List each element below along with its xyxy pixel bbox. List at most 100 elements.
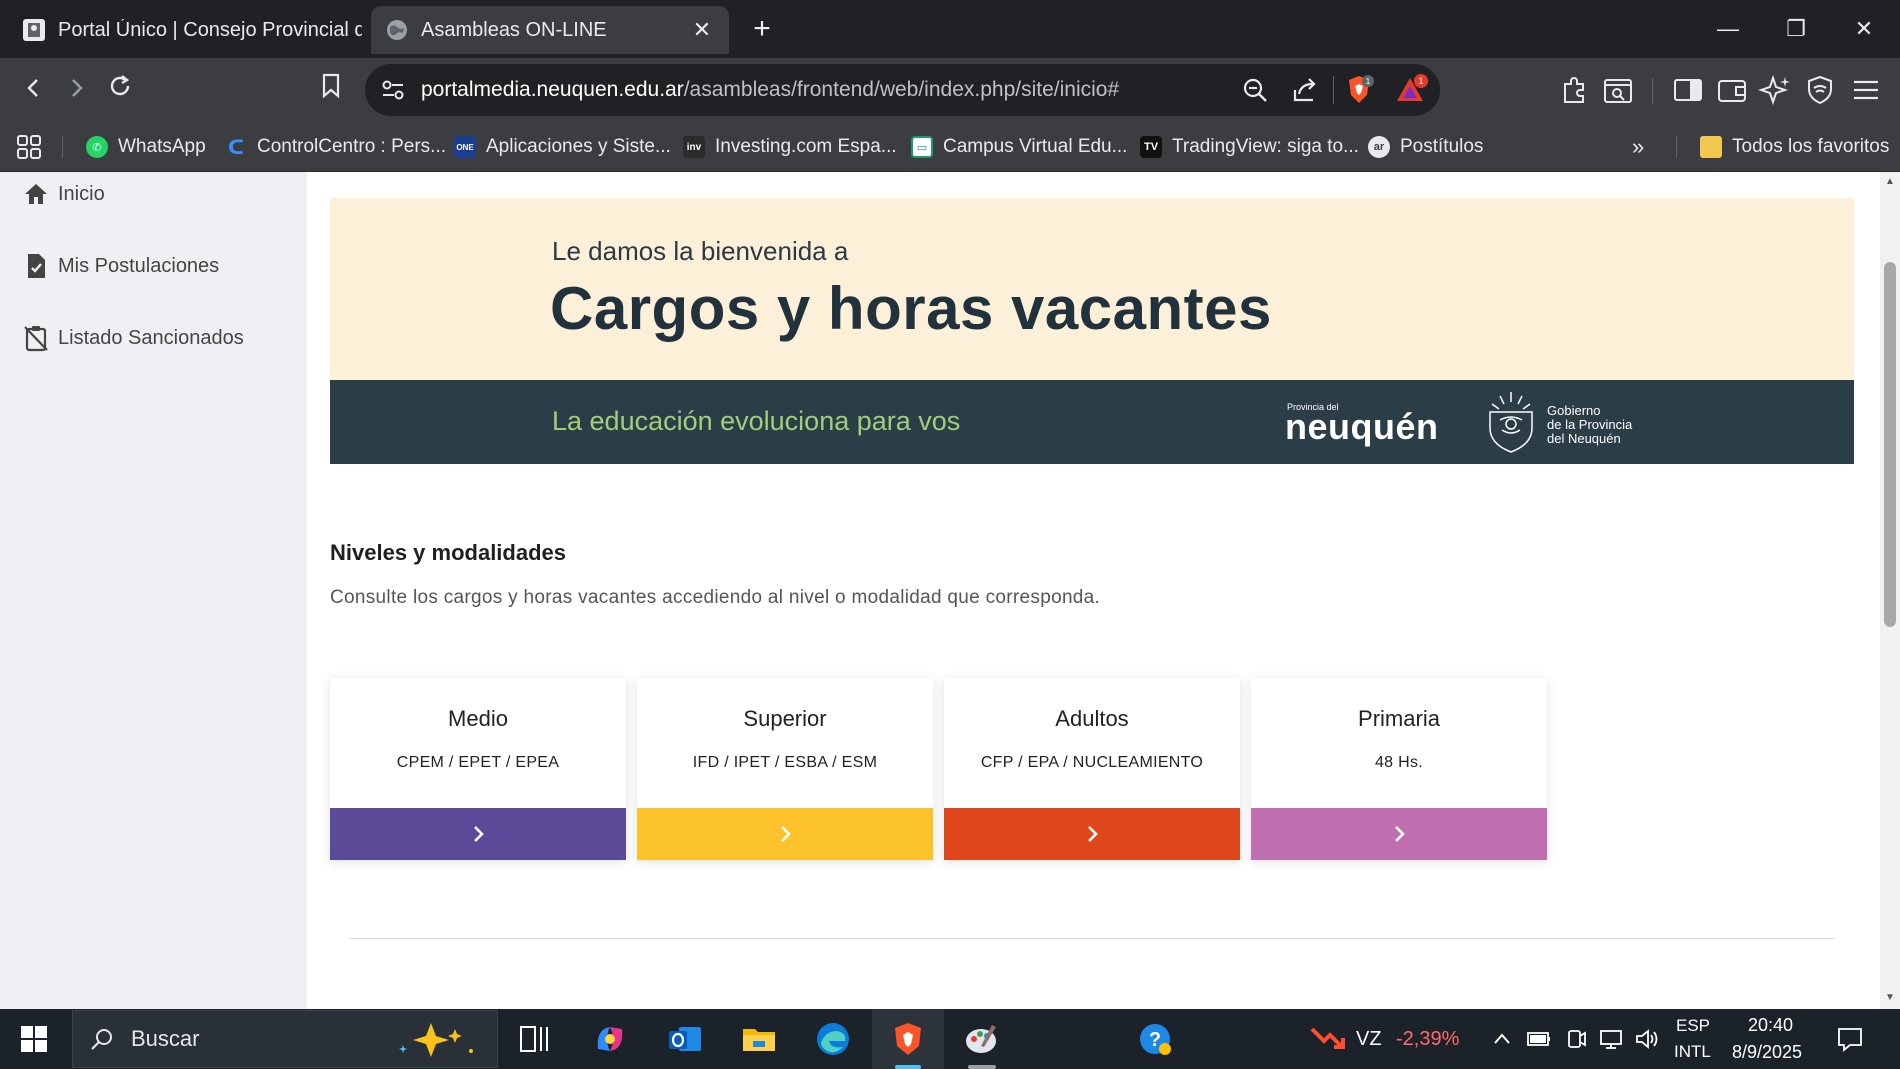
bookmark-aplicaciones[interactable]: ONE Aplicaciones y Siste... (454, 122, 671, 172)
bookmark-tradingview[interactable]: TV TradingView: siga to... (1140, 122, 1359, 172)
card-action-bar[interactable] (330, 808, 626, 860)
sidebar-item-inicio[interactable]: Inicio (22, 180, 105, 208)
windows-start-icon[interactable] (20, 1025, 48, 1053)
bookmark-whatsapp[interactable]: ✆ WhatsApp (86, 122, 206, 172)
sidebar-toggle-icon[interactable] (1670, 72, 1706, 108)
sidebar-item-label: Listado Sancionados (58, 326, 244, 349)
level-card-medio[interactable]: Medio CPEM / EPET / EPEA (330, 678, 626, 860)
bookmark-label: ControlCentro : Pers... (257, 136, 447, 157)
folder-icon (1700, 136, 1722, 158)
clipboard-off-icon (24, 326, 48, 352)
menu-icon[interactable] (1848, 72, 1884, 108)
card-action-bar[interactable] (944, 808, 1240, 860)
bookmark-controlcentro[interactable]: ᑕ ControlCentro : Pers... (225, 122, 446, 172)
back-button[interactable] (12, 68, 56, 112)
tab-asambleas[interactable]: Asambleas ON-LINE ✕ (371, 6, 729, 54)
copilot-app-icon[interactable] (590, 1019, 630, 1059)
chevron-up-icon[interactable] (1492, 1029, 1512, 1049)
outlook-app-icon[interactable] (665, 1019, 705, 1059)
bookmark-button[interactable] (309, 68, 353, 112)
restore-button[interactable]: ❐ (1762, 0, 1830, 58)
forward-button[interactable] (54, 68, 98, 112)
level-card-primaria[interactable]: Primaria 48 Hs. (1251, 678, 1547, 860)
url-path: /asambleas/frontend/web/index.php/site/i… (683, 78, 1120, 101)
divider (1333, 76, 1334, 104)
investing-icon: inv (683, 136, 705, 158)
page-content: Inicio Mis Postulaciones Listado Sancion… (0, 172, 1880, 1009)
brave-browser-icon[interactable] (888, 1019, 928, 1059)
section-title: Niveles y modalidades (330, 540, 566, 565)
scrollbar-thumb[interactable] (1884, 262, 1896, 627)
chevron-right-icon (72, 79, 83, 97)
wallet-icon[interactable] (1714, 72, 1750, 108)
url-text: portalmedia.neuquen.edu.ar/asambleas/fro… (421, 64, 1119, 116)
network-icon[interactable] (1598, 1027, 1624, 1051)
site-settings-icon[interactable] (379, 76, 407, 104)
active-app-indicator (895, 1065, 921, 1069)
sidebar-item-mis-postulaciones[interactable]: Mis Postulaciones (22, 252, 219, 280)
bookmark-icon (322, 73, 340, 99)
stock-down-arrow-icon[interactable] (1310, 1023, 1346, 1053)
chevron-right-icon (1395, 826, 1405, 842)
card-subtitle: CFP / EPA / NUCLEAMIENTO (980, 754, 1204, 771)
scroll-down-arrow-icon[interactable]: ▼ (1884, 992, 1896, 1003)
search-icon (91, 1029, 112, 1050)
zoom-out-icon[interactable] (1241, 76, 1269, 104)
edge-browser-icon[interactable] (813, 1019, 853, 1059)
running-app-indicator (968, 1065, 996, 1069)
volume-icon[interactable] (1634, 1027, 1660, 1051)
hero-title: Cargos y horas vacantes (550, 275, 1272, 342)
battery-icon[interactable] (1526, 1027, 1552, 1051)
taskbar-search-box[interactable]: Buscar (72, 1010, 498, 1068)
address-bar[interactable]: portalmedia.neuquen.edu.ar/asambleas/fro… (365, 64, 1440, 116)
brave-shields-icon[interactable]: 1 (1343, 73, 1375, 107)
meet-now-icon[interactable] (1564, 1027, 1588, 1051)
leo-ai-icon[interactable] (1758, 72, 1794, 108)
scroll-up-arrow-icon[interactable]: ▲ (1884, 176, 1896, 187)
page-scrollbar[interactable]: ▲ ▼ (1880, 172, 1900, 1009)
task-view-icon[interactable] (515, 1019, 555, 1059)
bookmark-investing[interactable]: inv Investing.com Espa... (683, 122, 897, 172)
more-bookmarks-button[interactable]: » (1632, 122, 1644, 172)
bookmark-label: Postítulos (1400, 136, 1484, 157)
close-window-button[interactable]: ✕ (1830, 0, 1898, 58)
sidebar-item-listado-sancionados[interactable]: Listado Sancionados (22, 324, 244, 352)
clock-date[interactable]: 8/9/2025 (1732, 1042, 1802, 1063)
brave-rewards-icon[interactable]: 1 (1395, 73, 1429, 107)
bookmark-postitulos[interactable]: ar Postítulos (1368, 122, 1483, 172)
language-bottom[interactable]: INTL (1674, 1042, 1711, 1062)
vpn-icon[interactable] (1802, 72, 1838, 108)
clock-time[interactable]: 20:40 (1748, 1015, 1793, 1036)
document-check-icon (28, 254, 45, 278)
url-host: portalmedia.neuquen.edu.ar (421, 78, 684, 101)
level-card-superior[interactable]: Superior IFD / IPET / ESBA / ESM (637, 678, 933, 860)
double-chevron-right-icon: » (1632, 134, 1645, 159)
tab-portal-unico[interactable]: Portal Único | Consejo Provincial de E (10, 6, 362, 54)
help-app-icon[interactable]: ? (1135, 1019, 1175, 1059)
paint-app-icon[interactable] (962, 1019, 1002, 1059)
hero-banner-top: Le damos la bienvenida a Cargos y horas … (330, 198, 1854, 380)
hero-banner-bottom: La educación evoluciona para vos Provinc… (330, 380, 1854, 464)
extensions-icon[interactable] (1557, 72, 1593, 108)
language-top[interactable]: ESP (1676, 1016, 1710, 1036)
file-explorer-icon[interactable] (739, 1019, 779, 1059)
gob-line: Gobierno (1547, 403, 1601, 418)
section-divider (350, 938, 1834, 939)
card-action-bar[interactable] (1251, 808, 1547, 860)
new-tab-button[interactable]: + (742, 8, 782, 50)
bookmark-campus[interactable]: ▭ Campus Virtual Edu... (911, 122, 1127, 172)
search-label: Buscar (131, 1026, 200, 1051)
card-action-bar[interactable] (637, 808, 933, 860)
bookmark-label: Todos los favoritos (1732, 136, 1890, 157)
minimize-button[interactable]: — (1694, 0, 1762, 58)
page-search-icon[interactable] (1600, 72, 1636, 108)
notifications-icon[interactable] (1836, 1025, 1864, 1053)
close-tab-icon[interactable]: ✕ (687, 17, 717, 43)
share-icon[interactable] (1291, 76, 1319, 104)
bookmarks-folder-all[interactable]: Todos los favoritos (1700, 122, 1889, 172)
apps-grid-icon[interactable] (16, 134, 42, 160)
level-card-adultos[interactable]: Adultos CFP / EPA / NUCLEAMIENTO (944, 678, 1240, 860)
windows-taskbar: Buscar ? VZ -2,39% ESP INTL 20:40 8/9/20… (0, 1009, 1900, 1069)
home-icon (25, 184, 47, 204)
reload-button[interactable] (98, 68, 142, 112)
